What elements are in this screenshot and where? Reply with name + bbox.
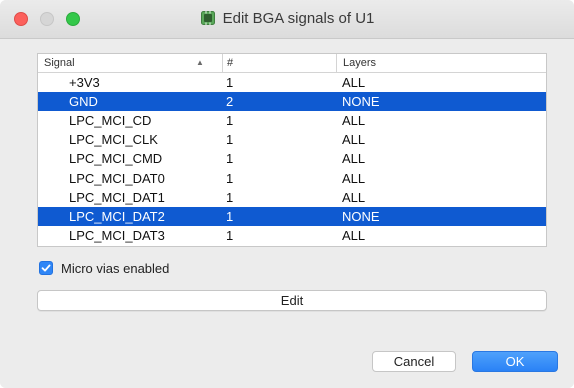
layers-cell: ALL (342, 132, 366, 148)
column-header-count[interactable]: # (222, 54, 347, 72)
signal-cell: LPC_MCI_CD (69, 113, 152, 129)
column-header-layers[interactable]: Layers (336, 54, 543, 72)
table-row[interactable]: LPC_MCI_DAT3 1 ALL (38, 226, 546, 245)
dialog-window: Edit BGA signals of U1 Signal ▲ # Layers… (0, 0, 574, 388)
signal-cell: LPC_MCI_DAT2 (69, 208, 165, 224)
count-cell: 1 (226, 132, 234, 148)
window-title: Edit BGA signals of U1 (222, 9, 375, 27)
count-cell: 2 (226, 94, 234, 110)
table-row[interactable]: LPC_MCI_CMD 1 ALL (38, 149, 546, 168)
table-row[interactable]: LPC_MCI_DAT1 1 ALL (38, 188, 546, 207)
signal-cell: GND (69, 94, 98, 110)
title-bar[interactable]: Edit BGA signals of U1 (0, 0, 574, 39)
count-cell: 1 (226, 113, 234, 129)
count-cell: 1 (226, 170, 234, 186)
layers-cell: ALL (342, 189, 366, 205)
signal-cell: LPC_MCI_DAT3 (69, 227, 165, 243)
layers-cell: ALL (342, 151, 366, 167)
checkmark-icon (41, 264, 51, 272)
table-row[interactable]: +3V3 1 ALL (38, 73, 546, 92)
layers-cell: ALL (342, 227, 366, 243)
table-row[interactable]: LPC_MCI_CLK 1 ALL (38, 130, 546, 149)
ok-button[interactable]: OK (472, 351, 558, 372)
layers-cell: ALL (342, 113, 366, 129)
count-cell: 1 (226, 75, 234, 90)
count-cell: 1 (226, 208, 234, 224)
cancel-button[interactable]: Cancel (372, 351, 456, 372)
signal-cell: LPC_MCI_CLK (69, 132, 158, 148)
table-row[interactable]: LPC_MCI_DAT0 1 ALL (38, 169, 546, 188)
table-row[interactable]: LPC_MCI_CD 1 ALL (38, 111, 546, 130)
sort-ascending-icon[interactable]: ▲ (196, 54, 210, 72)
signal-cell: LPC_MCI_DAT0 (69, 170, 165, 186)
micro-vias-checkbox[interactable] (39, 261, 53, 275)
count-cell: 1 (226, 189, 234, 205)
dialog-content: Signal ▲ # Layers +3V3 1 ALL GND 2 NONE LPC_MC… (0, 39, 574, 388)
chip-icon (200, 11, 215, 25)
signal-cell: LPC_MCI_DAT1 (69, 189, 165, 205)
count-cell: 1 (226, 227, 234, 243)
layers-cell: NONE (342, 94, 380, 110)
title-wrap: Edit BGA signals of U1 (0, 0, 574, 38)
layers-cell: ALL (342, 75, 366, 90)
micro-vias-label: Micro vias enabled (61, 260, 170, 276)
count-cell: 1 (226, 151, 234, 167)
table-row[interactable]: LPC_MCI_DAT2 1 NONE (38, 206, 546, 226)
layers-cell: ALL (342, 170, 366, 186)
layers-cell: NONE (342, 208, 380, 224)
edit-button[interactable]: Edit (37, 290, 547, 311)
micro-vias-option[interactable]: Micro vias enabled (39, 259, 169, 277)
table-header: Signal ▲ # Layers (38, 54, 546, 73)
signals-table: Signal ▲ # Layers +3V3 1 ALL GND 2 NONE LPC_MC… (37, 53, 547, 247)
signal-cell: LPC_MCI_CMD (69, 151, 163, 167)
signal-cell: +3V3 (69, 75, 100, 90)
table-row[interactable]: GND 2 NONE (38, 92, 546, 112)
